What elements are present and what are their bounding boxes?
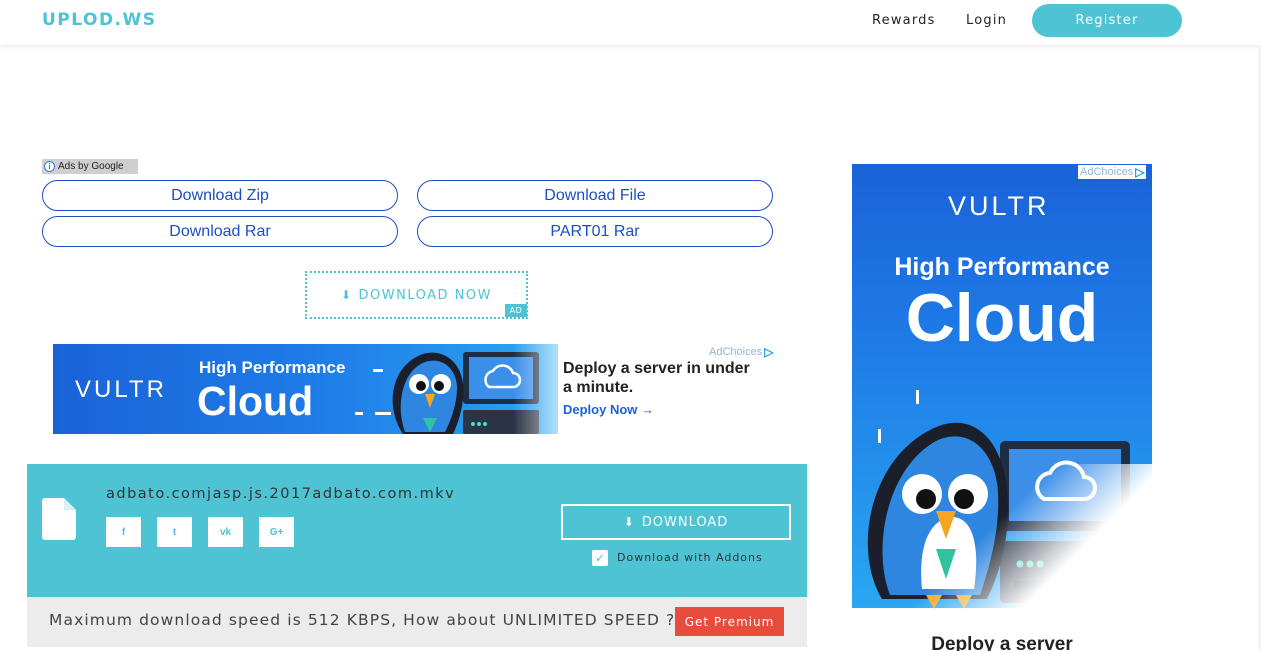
info-icon: i (44, 161, 55, 172)
get-premium-button[interactable]: Get Premium (675, 607, 784, 636)
side-ad-fade (852, 464, 1152, 614)
part01-rar-button[interactable]: PART01 Rar (417, 216, 773, 247)
facebook-icon: f (121, 526, 126, 538)
google-plus-icon: G+ (269, 526, 284, 538)
banner-headline-big: Cloud (197, 378, 314, 424)
download-button[interactable]: ⬇ DOWNLOAD (561, 504, 791, 540)
nav-login-link[interactable]: Login (966, 13, 1007, 28)
vk-icon: vk (219, 526, 232, 538)
file-info-panel: adbato.comjasp.js.2017adbato.com.mkv f t… (27, 464, 807, 597)
twitter-icon: t (172, 526, 177, 538)
download-now-ad-button[interactable]: ⬇ DOWNLOAD NOW (305, 271, 528, 319)
vk-share-button[interactable]: vk (208, 517, 243, 547)
vultr-logo: VULTR (75, 376, 167, 403)
download-now-label: DOWNLOAD NOW (358, 287, 492, 303)
download-arrow-icon: ⬇ (623, 515, 635, 529)
file-name: adbato.comjasp.js.2017adbato.com.mkv (106, 486, 456, 502)
adchoices-icon: ▷ (764, 345, 774, 359)
adchoices-label: AdChoices (1080, 166, 1134, 178)
side-ad-deploy-text: Deploy a server (931, 634, 1073, 651)
banner-deploy-text: Deploy a server in under a minute. (563, 360, 750, 396)
ad-tag-badge: AD (505, 304, 527, 317)
premium-bar: Maximum download speed is 512 KBPS, How … (27, 597, 807, 647)
facebook-share-button[interactable]: f (106, 517, 141, 547)
twitter-share-button[interactable]: t (157, 517, 192, 547)
adchoices-badge[interactable]: AdChoices ▷ (1078, 165, 1147, 179)
speed-line (355, 412, 363, 415)
site-logo[interactable]: UPLOD.WS (42, 10, 157, 30)
adchoices-icon: ▷ (1135, 165, 1145, 179)
vultr-side-ad[interactable]: AdChoices ▷ VULTR High Performance Cloud… (852, 164, 1152, 651)
nav-rewards-link[interactable]: Rewards (872, 13, 936, 28)
banner-deploy-now-link[interactable]: Deploy Now → (563, 402, 654, 417)
side-ad-headline-small: High Performance (894, 253, 1110, 281)
download-arrow-icon: ⬇ (340, 288, 353, 302)
google-plus-share-button[interactable]: G+ (259, 517, 294, 547)
side-ad-headline-big: Cloud (905, 280, 1099, 356)
addons-label[interactable]: Download with Addons (617, 551, 763, 564)
ads-by-google-label[interactable]: i Ads by Google (42, 159, 138, 174)
download-zip-button[interactable]: Download Zip (42, 180, 398, 211)
download-file-button[interactable]: Download File (417, 180, 773, 211)
download-rar-button[interactable]: Download Rar (42, 216, 398, 247)
vultr-logo: VULTR (948, 191, 1050, 221)
file-icon (42, 498, 76, 540)
adchoices-badge[interactable]: AdChoices ▷ (709, 345, 773, 359)
vultr-banner-ad[interactable]: VULTR High Performance Cloud Deploy a se… (53, 344, 779, 434)
download-button-label: DOWNLOAD (641, 514, 729, 530)
speed-line (373, 369, 383, 372)
ads-by-google-text: Ads by Google (58, 161, 124, 172)
addons-checkbox[interactable]: ✓ (592, 550, 608, 566)
top-header: UPLOD.WS Rewards Login Register (0, 0, 1261, 45)
banner-headline-small: High Performance (199, 358, 346, 377)
adchoices-label: AdChoices (709, 346, 763, 358)
register-button[interactable]: Register (1032, 4, 1182, 37)
premium-speed-text: Maximum download speed is 512 KBPS, How … (49, 611, 676, 629)
